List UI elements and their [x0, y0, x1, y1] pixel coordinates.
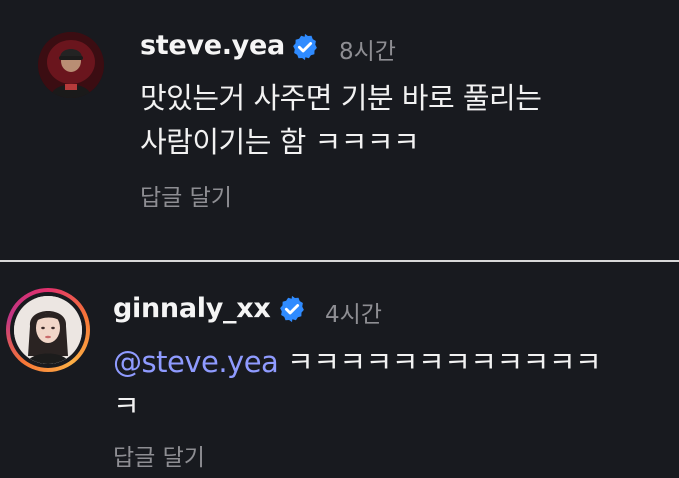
comment-text: 맛있는거 사주면 기분 바로 풀리는 사람이기는 함 ㅋㅋㅋㅋ — [140, 76, 660, 164]
comment-text: @steve.yea ㅋㅋㅋㅋㅋㅋㅋㅋㅋㅋㅋㅋ ㅋ — [113, 340, 673, 428]
reply-button[interactable]: 답글 달기 — [140, 178, 232, 212]
person-photo-icon — [38, 32, 104, 98]
comment-text-line: @steve.yea ㅋㅋㅋㅋㅋㅋㅋㅋㅋㅋㅋㅋ — [113, 340, 673, 384]
comment-text-line: 맛있는거 사주면 기분 바로 풀리는 — [140, 81, 542, 115]
comment-text-line: 사람이기는 함 ㅋㅋㅋㅋ — [140, 125, 420, 159]
mention-link[interactable]: @steve.yea — [113, 345, 279, 379]
comment-thread: steve.yea 8시간 맛있는거 사주면 기분 바로 풀리는 사람이기는 함… — [0, 0, 679, 478]
verified-badge-icon — [280, 295, 304, 323]
comment-text-fragment: ㅋㅋㅋㅋㅋㅋㅋㅋㅋㅋㅋㅋ — [287, 345, 602, 379]
timestamp: 4시간 — [325, 302, 382, 328]
verified-badge-icon — [293, 33, 317, 61]
divider — [0, 260, 679, 262]
username[interactable]: steve.yea — [140, 30, 285, 61]
mention-username: steve.yea — [141, 345, 279, 379]
username[interactable]: ginnaly_xx — [113, 293, 271, 324]
avatar[interactable] — [38, 32, 104, 98]
comment-text-line: ㅋ — [113, 389, 140, 423]
timestamp: 8시간 — [339, 39, 396, 65]
threads-at-icon: @ — [113, 345, 142, 379]
reply-button[interactable]: 답글 달기 — [113, 438, 205, 472]
comment-item: steve.yea 8시간 맛있는거 사주면 기분 바로 풀리는 사람이기는 함… — [0, 0, 679, 258]
